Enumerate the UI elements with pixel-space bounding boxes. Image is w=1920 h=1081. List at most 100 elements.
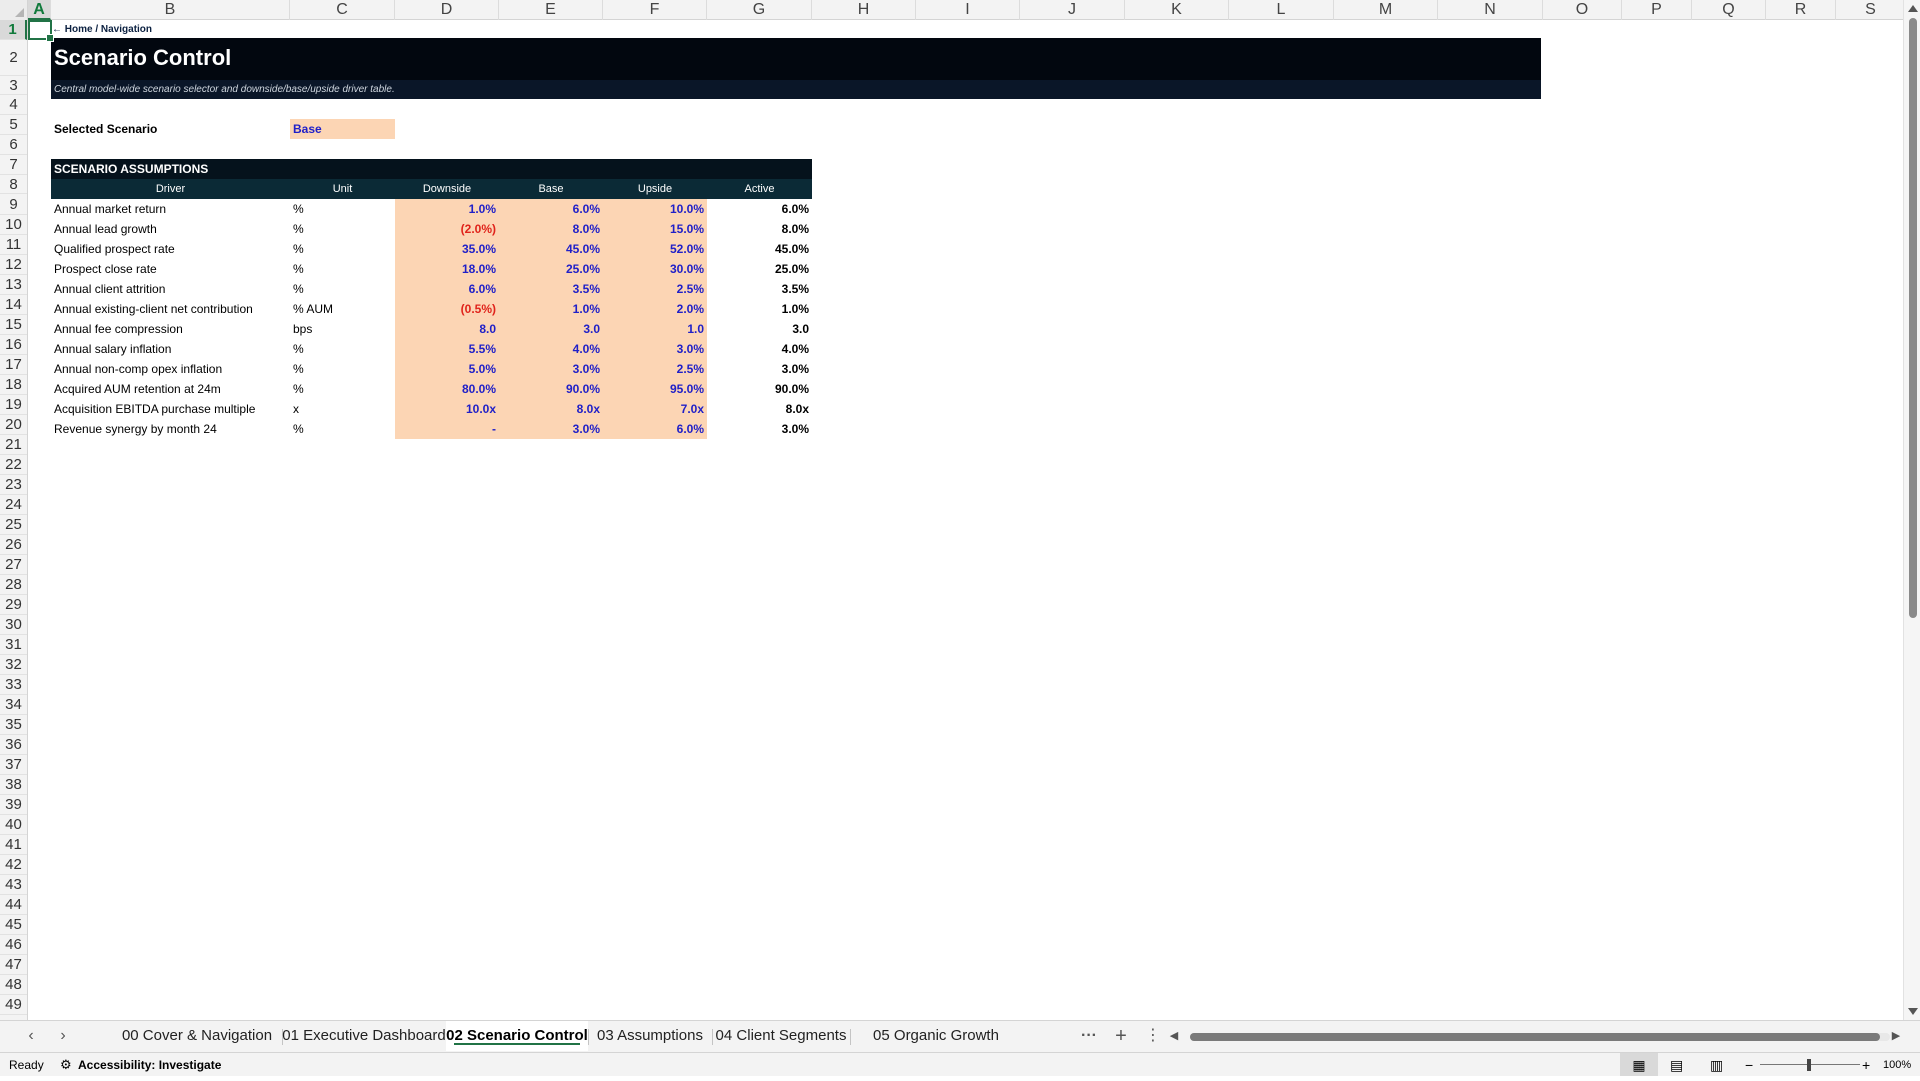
accessibility-icon[interactable]: ⚙ — [60, 1053, 72, 1077]
cell-active[interactable]: 1.0% — [707, 299, 812, 319]
cell-base[interactable]: 90.0% — [499, 379, 603, 399]
cell-downside[interactable]: (0.5%) — [395, 299, 499, 319]
row-header-13[interactable]: 13 — [0, 275, 27, 295]
row-header-12[interactable]: 12 — [0, 255, 27, 275]
sheet-tab[interactable]: 02 Scenario Control — [446, 1021, 588, 1051]
row-header-27[interactable]: 27 — [0, 555, 27, 575]
cell-base[interactable]: 25.0% — [499, 259, 603, 279]
cell-unit[interactable]: % — [290, 279, 395, 299]
column-header-m[interactable]: M — [1334, 0, 1438, 20]
column-header-b[interactable]: B — [51, 0, 290, 20]
cell-upside[interactable]: 6.0% — [603, 419, 707, 439]
normal-view-icon[interactable]: ▦ — [1620, 1053, 1658, 1076]
scroll-up-icon[interactable] — [1908, 5, 1918, 12]
cell-base[interactable]: 8.0x — [499, 399, 603, 419]
scroll-left-icon[interactable]: ◀ — [1164, 1021, 1184, 1051]
column-header-s[interactable]: S — [1836, 0, 1906, 20]
cell-active[interactable]: 3.5% — [707, 279, 812, 299]
column-header-c[interactable]: C — [290, 0, 395, 20]
row-header-30[interactable]: 30 — [0, 615, 27, 635]
cell-driver[interactable]: Annual existing-client net contribution — [51, 299, 290, 319]
column-header-n[interactable]: N — [1438, 0, 1543, 20]
sheet-tab[interactable]: 05 Organic Growth Funnel — [850, 1021, 1022, 1074]
cell-downside[interactable]: - — [395, 419, 499, 439]
row-header-46[interactable]: 46 — [0, 935, 27, 955]
row-header-41[interactable]: 41 — [0, 835, 27, 855]
row-header-10[interactable]: 10 — [0, 215, 27, 235]
row-header-35[interactable]: 35 — [0, 715, 27, 735]
cell-active[interactable]: 6.0% — [707, 199, 812, 219]
row-header-21[interactable]: 21 — [0, 435, 27, 455]
row-header-47[interactable]: 47 — [0, 955, 27, 975]
add-sheet-button[interactable]: + — [1106, 1021, 1136, 1051]
cell-base[interactable]: 3.0% — [499, 419, 603, 439]
cell-downside[interactable]: 8.0 — [395, 319, 499, 339]
row-header-8[interactable]: 8 — [0, 175, 27, 194]
selected-scenario-input[interactable]: Base — [290, 119, 395, 139]
row-header-28[interactable]: 28 — [0, 575, 27, 595]
cell-base[interactable]: 4.0% — [499, 339, 603, 359]
cell-active[interactable]: 3.0% — [707, 359, 812, 379]
column-header-i[interactable]: I — [916, 0, 1020, 20]
cell-downside[interactable]: 1.0% — [395, 199, 499, 219]
row-header-49[interactable]: 49 — [0, 995, 27, 1015]
cell-driver[interactable]: Annual client attrition — [51, 279, 290, 299]
row-header-42[interactable]: 42 — [0, 855, 27, 875]
row-header-23[interactable]: 23 — [0, 475, 27, 495]
column-header-o[interactable]: O — [1543, 0, 1622, 20]
sheet-tab[interactable]: 01 Executive Dashboard — [282, 1021, 446, 1051]
cell-upside[interactable]: 2.0% — [603, 299, 707, 319]
vertical-scroll-thumb[interactable] — [1909, 18, 1917, 618]
next-sheet-icon[interactable]: › — [48, 1021, 78, 1051]
page-layout-view-icon[interactable]: ▤ — [1670, 1053, 1683, 1077]
cell-unit[interactable]: % — [290, 339, 395, 359]
cell-driver[interactable]: Revenue synergy by month 24 — [51, 419, 290, 439]
cell-unit[interactable]: % — [290, 379, 395, 399]
column-header-f[interactable]: F — [603, 0, 707, 20]
cell-active[interactable]: 3.0 — [707, 319, 812, 339]
cell-active[interactable]: 8.0% — [707, 219, 812, 239]
cell-driver[interactable]: Annual market return — [51, 199, 290, 219]
cell-driver[interactable]: Prospect close rate — [51, 259, 290, 279]
cell-unit[interactable]: x — [290, 399, 395, 419]
cell-upside[interactable]: 1.0 — [603, 319, 707, 339]
accessibility-status[interactable]: Accessibility: Investigate — [78, 1053, 221, 1077]
column-header-d[interactable]: D — [395, 0, 499, 20]
page-break-view-icon[interactable]: ▥ — [1710, 1053, 1723, 1077]
row-header-25[interactable]: 25 — [0, 515, 27, 535]
row-header-16[interactable]: 16 — [0, 335, 27, 355]
row-header-5[interactable]: 5 — [0, 115, 27, 135]
cell-driver[interactable]: Acquired AUM retention at 24m — [51, 379, 290, 399]
zoom-in-icon[interactable]: + — [1862, 1053, 1870, 1077]
row-header-38[interactable]: 38 — [0, 775, 27, 795]
cell-downside[interactable]: 5.5% — [395, 339, 499, 359]
cell-upside[interactable]: 2.5% — [603, 359, 707, 379]
cell-downside[interactable]: 80.0% — [395, 379, 499, 399]
row-header-48[interactable]: 48 — [0, 975, 27, 995]
cell-downside[interactable]: 10.0x — [395, 399, 499, 419]
more-sheets-icon[interactable]: ··· — [1074, 1021, 1104, 1051]
row-header-7[interactable]: 7 — [0, 155, 27, 175]
row-header-9[interactable]: 9 — [0, 194, 27, 215]
cell-unit[interactable]: % — [290, 259, 395, 279]
cell-downside[interactable]: (2.0%) — [395, 219, 499, 239]
column-header-q[interactable]: Q — [1692, 0, 1766, 20]
cell-upside[interactable]: 3.0% — [603, 339, 707, 359]
row-header-26[interactable]: 26 — [0, 535, 27, 555]
cell-unit[interactable]: % — [290, 199, 395, 219]
row-header-40[interactable]: 40 — [0, 815, 27, 835]
prev-sheet-icon[interactable]: ‹ — [16, 1021, 46, 1051]
cell-upside[interactable]: 2.5% — [603, 279, 707, 299]
cell-upside[interactable]: 10.0% — [603, 199, 707, 219]
cell-unit[interactable]: % AUM — [290, 299, 395, 319]
select-all-corner[interactable] — [0, 0, 28, 20]
row-header-44[interactable]: 44 — [0, 895, 27, 915]
horizontal-scroll-thumb[interactable] — [1190, 1033, 1880, 1041]
zoom-out-icon[interactable]: − — [1745, 1053, 1753, 1077]
row-header-17[interactable]: 17 — [0, 355, 27, 375]
row-header-32[interactable]: 32 — [0, 655, 27, 675]
cell-upside[interactable]: 30.0% — [603, 259, 707, 279]
active-cell-selection[interactable] — [28, 20, 54, 42]
cell-active[interactable]: 25.0% — [707, 259, 812, 279]
cell-base[interactable]: 45.0% — [499, 239, 603, 259]
